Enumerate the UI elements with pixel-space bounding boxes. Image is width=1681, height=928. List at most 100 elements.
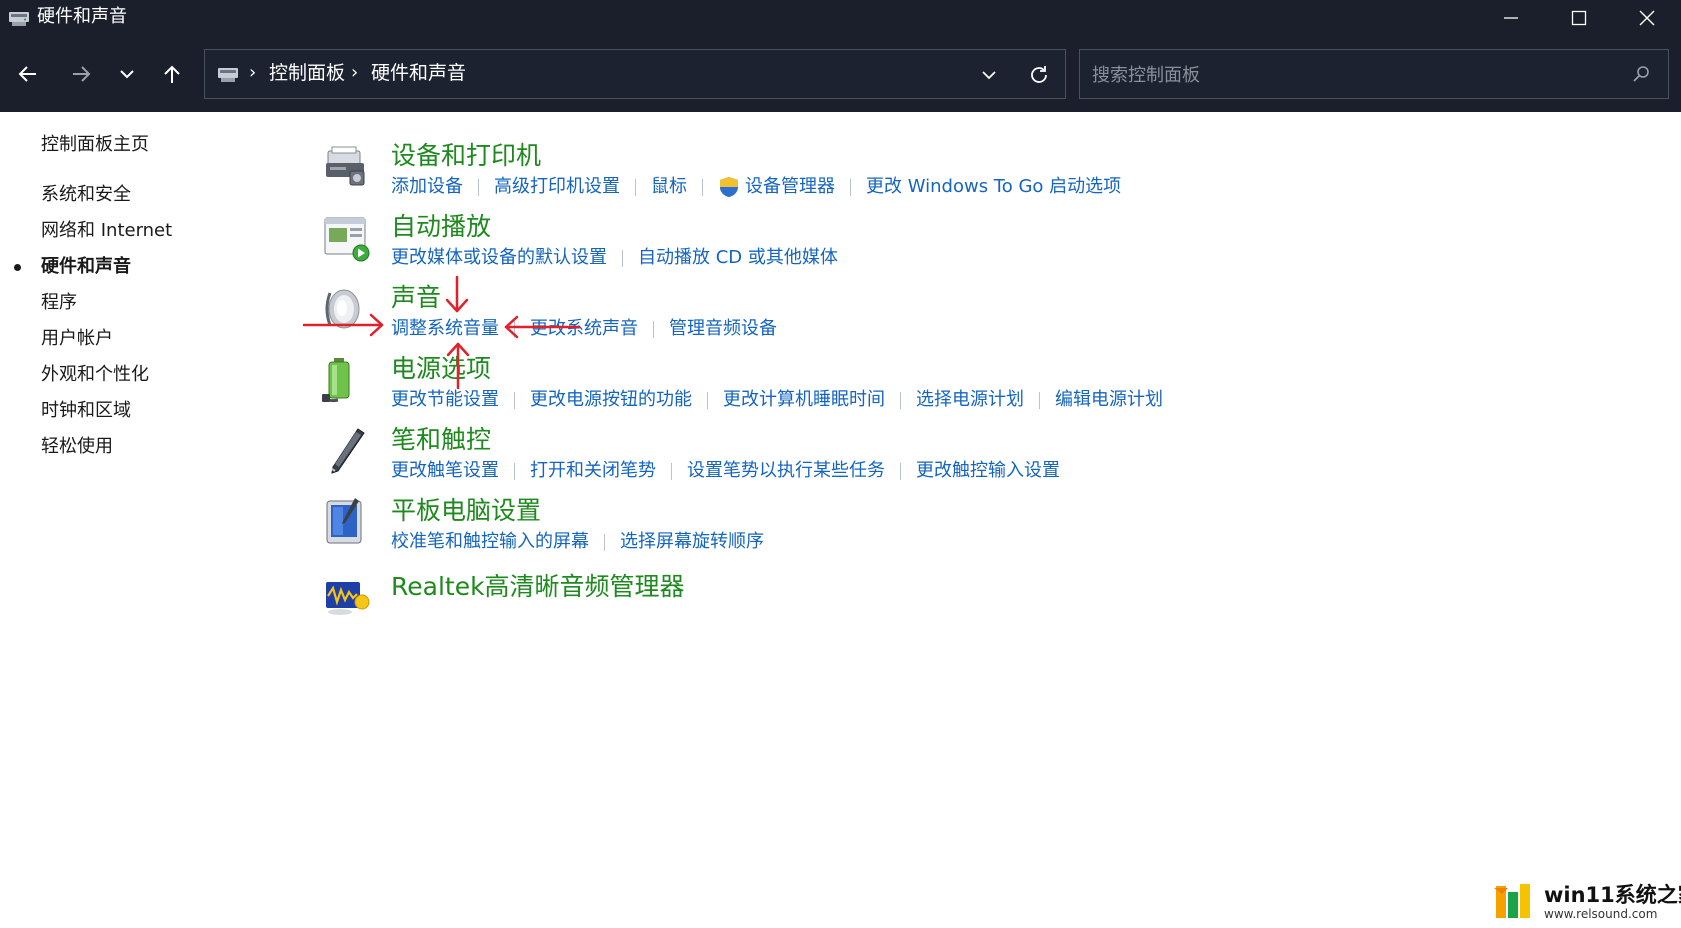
link-calibrate-screen[interactable]: 校准笔和触控输入的屏幕 (391, 531, 589, 553)
breadcrumb-control-panel[interactable]: 控制面板 (269, 62, 345, 84)
sidebar-item-network[interactable]: 网络和 Internet (41, 220, 172, 242)
category-links: 更改触笔设置 打开和关闭笔势 设置笔势以执行某些任务 更改触控输入设置 (391, 460, 1060, 482)
link-adjust-system-volume[interactable]: 调整系统音量 (391, 318, 499, 340)
watermark-name: win11系统之家 (1544, 883, 1681, 907)
category-links: 添加设备 高级打印机设置 鼠标 设备管理器 更改 Windows To Go 启… (391, 176, 1121, 198)
link-change-system-sounds[interactable]: 更改系统声音 (530, 318, 638, 340)
link-separator (1039, 391, 1040, 409)
tablet-icon (326, 498, 362, 544)
link-separator (514, 391, 515, 409)
speaker-icon (325, 289, 360, 329)
sidebar-item-system-security[interactable]: 系统和安全 (41, 184, 131, 206)
arrow-right-icon (73, 66, 91, 82)
link-separator (604, 533, 605, 551)
category-links: 调整系统音量 更改系统声音 管理音频设备 (391, 318, 777, 340)
link-manage-audio-devices[interactable]: 管理音频设备 (669, 318, 777, 340)
breadcrumb-separator-icon[interactable]: › (249, 62, 256, 83)
link-sleep-time[interactable]: 更改计算机睡眠时间 (723, 389, 885, 411)
link-device-manager[interactable]: 设备管理器 (745, 176, 835, 198)
link-choose-power-plan[interactable]: 选择电源计划 (916, 389, 1024, 411)
address-history-button[interactable] (975, 62, 1003, 88)
link-separator (635, 178, 636, 196)
link-set-flicks[interactable]: 设置笔势以执行某些任务 (687, 460, 885, 482)
breadcrumb-separator-icon[interactable]: › (351, 62, 358, 83)
sidebar-item-appearance[interactable]: 外观和个性化 (41, 364, 149, 386)
link-separator (671, 462, 672, 480)
watermark-url: www.relsound.com (1544, 907, 1658, 921)
link-device-manager-wrap[interactable]: 设备管理器 (718, 176, 835, 198)
category-title-sound[interactable]: 声音 (391, 283, 441, 313)
sidebar-item-hardware-sound[interactable]: 硬件和声音 (41, 256, 131, 278)
link-mouse[interactable]: 鼠标 (651, 176, 687, 198)
link-add-device[interactable]: 添加设备 (391, 176, 463, 198)
link-touch-input-settings[interactable]: 更改触控输入设置 (916, 460, 1060, 482)
link-separator (622, 249, 623, 267)
link-separator (900, 462, 901, 480)
link-autoplay-cd[interactable]: 自动播放 CD 或其他媒体 (638, 247, 838, 269)
sidebar-item-user-accounts[interactable]: 用户帐户 (41, 328, 113, 350)
link-power-button-function[interactable]: 更改电源按钮的功能 (530, 389, 692, 411)
link-advanced-printer-setup[interactable]: 高级打印机设置 (494, 176, 620, 198)
pen-icon (331, 428, 365, 474)
link-separator (900, 391, 901, 409)
link-separator (514, 320, 515, 338)
category-title-pen-touch[interactable]: 笔和触控 (391, 425, 491, 455)
category-title-autoplay[interactable]: 自动播放 (391, 212, 491, 242)
refresh-button[interactable] (1025, 62, 1053, 88)
sidebar-item-clock-region[interactable]: 时钟和区域 (41, 400, 131, 422)
watermark-logo-icon (1494, 884, 1530, 918)
annotation-arrow-down-icon (445, 275, 469, 313)
category-links: 更改节能设置 更改电源按钮的功能 更改计算机睡眠时间 选择电源计划 编辑电源计划 (391, 389, 1163, 411)
back-button[interactable] (12, 58, 44, 90)
link-edit-power-plan[interactable]: 编辑电源计划 (1055, 389, 1163, 411)
chevron-down-icon (982, 71, 996, 80)
navigation-bar: › 控制面板 › 硬件和声音 (0, 36, 1681, 112)
breadcrumb-hardware-sound[interactable]: 硬件和声音 (371, 62, 466, 84)
link-windows-to-go[interactable]: 更改 Windows To Go 启动选项 (866, 176, 1121, 198)
search-box[interactable] (1079, 49, 1669, 99)
close-button[interactable] (1613, 0, 1681, 36)
link-change-power-saving[interactable]: 更改节能设置 (391, 389, 499, 411)
sidebar-item-programs[interactable]: 程序 (41, 292, 77, 314)
uac-shield-icon (720, 177, 738, 197)
link-screen-rotation[interactable]: 选择屏幕旋转顺序 (620, 531, 764, 553)
category-title-tablet-settings[interactable]: 平板电脑设置 (391, 496, 541, 526)
link-separator (514, 462, 515, 480)
sidebar-item-ease-of-access[interactable]: 轻松使用 (41, 436, 113, 458)
realtek-audio-icon (326, 582, 370, 615)
link-change-pen-settings[interactable]: 更改触笔设置 (391, 460, 499, 482)
forward-button[interactable] (65, 58, 97, 90)
autoplay-icon (324, 217, 370, 262)
control-panel-icon (218, 68, 238, 82)
arrow-left-icon (18, 66, 36, 82)
recent-locations-button[interactable] (111, 58, 143, 90)
control-panel-app-icon (9, 12, 29, 26)
link-change-media-defaults[interactable]: 更改媒体或设备的默认设置 (391, 247, 607, 269)
title-bar: 硬件和声音 (0, 0, 1681, 36)
printer-devices-icon (326, 146, 365, 186)
link-separator (850, 178, 851, 196)
maximize-button[interactable] (1545, 0, 1613, 36)
link-toggle-flicks[interactable]: 打开和关闭笔势 (530, 460, 656, 482)
sidebar-item-home[interactable]: 控制面板主页 (41, 134, 149, 156)
minimize-button[interactable] (1477, 0, 1545, 36)
link-separator (653, 320, 654, 338)
category-title-devices-printers[interactable]: 设备和打印机 (391, 141, 541, 171)
link-separator (478, 178, 479, 196)
link-separator (702, 178, 703, 196)
category-links: 更改媒体或设备的默认设置 自动播放 CD 或其他媒体 (391, 247, 838, 269)
address-bar[interactable]: › 控制面板 › 硬件和声音 (204, 49, 1066, 99)
up-button[interactable] (156, 58, 188, 90)
watermark: win11系统之家 www.relsound.com (1492, 880, 1681, 922)
search-input[interactable] (1090, 60, 1624, 90)
category-links: 校准笔和触控输入的屏幕 选择屏幕旋转顺序 (391, 531, 764, 553)
active-indicator-icon (14, 264, 21, 271)
category-title-power-options[interactable]: 电源选项 (391, 354, 491, 384)
chevron-down-icon (120, 70, 134, 79)
close-icon (1639, 10, 1655, 26)
refresh-icon (1031, 66, 1047, 83)
search-icon[interactable] (1631, 64, 1651, 84)
category-title-realtek[interactable]: Realtek高清晰音频管理器 (391, 572, 685, 602)
link-separator (707, 391, 708, 409)
maximize-icon (1571, 10, 1587, 26)
